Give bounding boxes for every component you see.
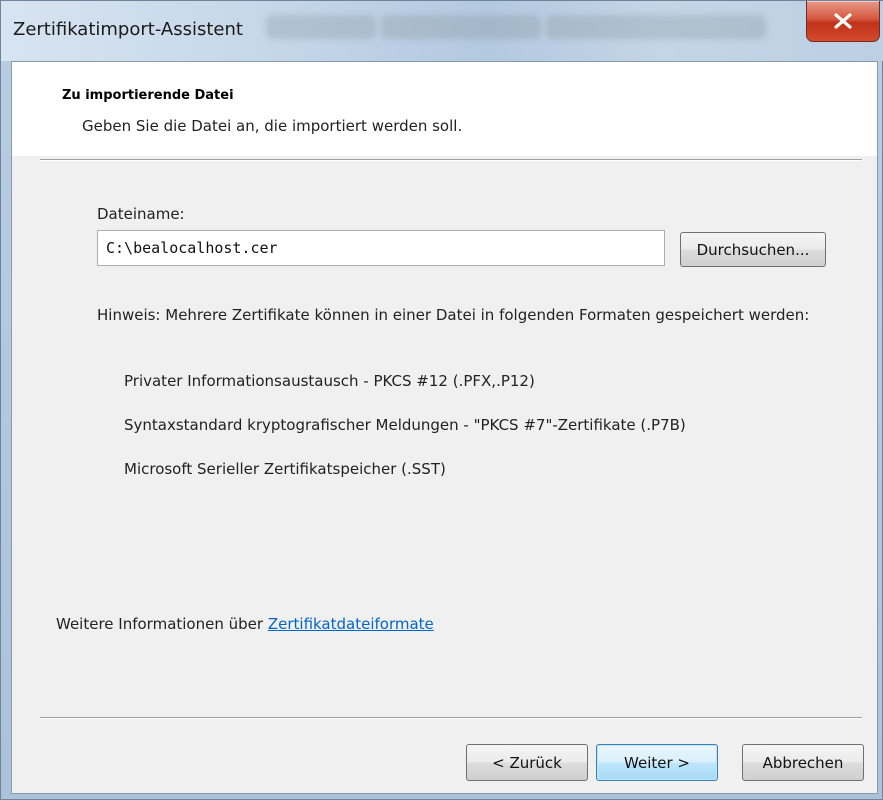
hint-text: Hinweis: Mehrere Zertifikate können in e…: [97, 306, 810, 324]
close-button[interactable]: [806, 1, 880, 42]
title-bar[interactable]: Zertifikatimport-Assistent: [1, 1, 883, 61]
titlebar-blur: [381, 15, 541, 39]
filename-input[interactable]: [97, 230, 665, 266]
certificate-formats-link[interactable]: Zertifikatdateiformate: [268, 615, 434, 633]
window-frame: Zertifikatimport-Assistent Zu importiere…: [0, 0, 883, 800]
wizard-header: Zu importierende Datei Geben Sie die Dat…: [12, 62, 877, 156]
close-x-icon: [834, 13, 852, 29]
page-title: Zu importierende Datei: [62, 88, 234, 103]
filename-label: Dateiname:: [97, 205, 185, 223]
divider: [40, 717, 862, 719]
browse-button[interactable]: Durchsuchen...: [680, 232, 826, 267]
window-title: Zertifikatimport-Assistent: [13, 19, 243, 40]
wizard-client-area: Zu importierende Datei Geben Sie die Dat…: [11, 61, 878, 794]
back-button[interactable]: < Zurück: [466, 744, 588, 781]
next-button[interactable]: Weiter >: [596, 744, 718, 781]
format-item: Syntaxstandard kryptografischer Meldunge…: [124, 416, 686, 434]
format-item: Microsoft Serieller Zertifikatspeicher (…: [124, 460, 446, 478]
titlebar-blur: [266, 15, 376, 39]
page-subtitle: Geben Sie die Datei an, die importiert w…: [82, 117, 463, 135]
cancel-button[interactable]: Abbrechen: [742, 744, 864, 781]
titlebar-blur: [546, 15, 766, 39]
more-info: Weitere Informationen über Zertifikatdat…: [56, 615, 434, 633]
divider: [40, 159, 862, 161]
format-item: Privater Informationsaustausch - PKCS #1…: [124, 372, 535, 390]
more-info-prefix: Weitere Informationen über: [56, 615, 264, 633]
